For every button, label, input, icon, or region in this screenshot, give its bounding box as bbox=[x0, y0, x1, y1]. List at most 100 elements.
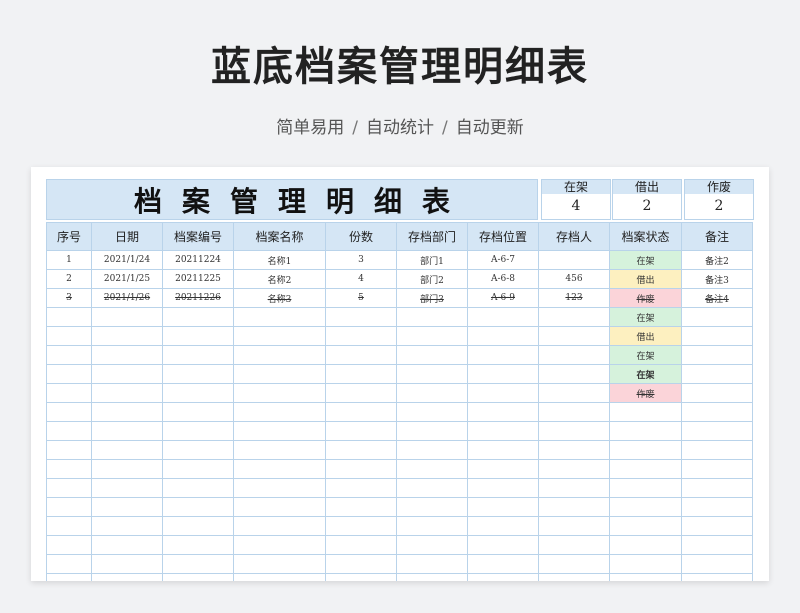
col-location-cell[interactable] bbox=[467, 554, 539, 574]
col-department-cell[interactable]: 部门3 bbox=[396, 288, 468, 308]
col-archive-no-cell[interactable] bbox=[162, 516, 234, 536]
col-department-cell[interactable] bbox=[396, 497, 468, 517]
col-index-cell[interactable] bbox=[46, 497, 92, 517]
col-location-cell[interactable] bbox=[467, 459, 539, 479]
col-archivist-cell[interactable] bbox=[538, 459, 610, 479]
table-row[interactable] bbox=[46, 573, 753, 581]
col-copies-cell[interactable] bbox=[325, 516, 397, 536]
col-archive-no-cell[interactable] bbox=[162, 421, 234, 441]
col-copies-cell[interactable] bbox=[325, 459, 397, 479]
table-row[interactable] bbox=[46, 402, 753, 422]
col-remark-cell[interactable]: 备注2 bbox=[681, 250, 753, 270]
col-index-cell[interactable] bbox=[46, 364, 92, 384]
table-row[interactable] bbox=[46, 440, 753, 460]
table-row[interactable]: 2 2021/1/25 20211225 名称2 4 部门2 A-6-8 456 借出 备注3 bbox=[46, 269, 753, 289]
col-archive-name-cell[interactable] bbox=[233, 573, 326, 581]
col-date-cell[interactable] bbox=[91, 364, 163, 384]
col-archive-no-cell[interactable] bbox=[162, 307, 234, 327]
col-archive-no-cell[interactable]: 20211226 bbox=[162, 288, 234, 308]
col-date-cell[interactable]: 2021/1/24 bbox=[91, 250, 163, 270]
col-location-header[interactable]: 存档位置 bbox=[467, 222, 539, 251]
col-index-cell[interactable] bbox=[46, 345, 92, 365]
table-row[interactable]: 1 2021/1/24 20211224 名称1 3 部门1 A-6-7 在架 备注2 bbox=[46, 250, 753, 270]
col-archive-no-cell[interactable] bbox=[162, 478, 234, 498]
col-archivist-cell[interactable]: 456 bbox=[538, 269, 610, 289]
table-row[interactable] bbox=[46, 497, 753, 517]
col-archive-name-header[interactable]: 档案名称 bbox=[233, 222, 326, 251]
col-date-cell[interactable] bbox=[91, 402, 163, 422]
col-status-cell[interactable] bbox=[609, 402, 682, 422]
col-index-cell[interactable] bbox=[46, 535, 92, 555]
col-archivist-cell[interactable] bbox=[538, 383, 610, 403]
table-row[interactable] bbox=[46, 459, 753, 479]
col-archive-no-cell[interactable]: 20211225 bbox=[162, 269, 234, 289]
col-date-cell[interactable] bbox=[91, 345, 163, 365]
col-location-cell[interactable] bbox=[467, 402, 539, 422]
col-archive-no-cell[interactable] bbox=[162, 440, 234, 460]
col-index-cell[interactable] bbox=[46, 554, 92, 574]
col-archivist-cell[interactable] bbox=[538, 573, 610, 581]
col-archivist-cell[interactable] bbox=[538, 364, 610, 384]
col-remark-cell[interactable] bbox=[681, 440, 753, 460]
col-status-cell[interactable] bbox=[609, 497, 682, 517]
col-status-cell[interactable] bbox=[609, 535, 682, 555]
col-index-cell[interactable] bbox=[46, 326, 92, 346]
col-date-cell[interactable] bbox=[91, 326, 163, 346]
col-copies-cell[interactable] bbox=[325, 402, 397, 422]
col-date-cell[interactable] bbox=[91, 535, 163, 555]
col-copies-cell[interactable]: 5 bbox=[325, 288, 397, 308]
col-index-cell[interactable] bbox=[46, 440, 92, 460]
col-archivist-cell[interactable] bbox=[538, 478, 610, 498]
col-archive-no-header[interactable]: 档案编号 bbox=[162, 222, 234, 251]
col-remark-cell[interactable] bbox=[681, 459, 753, 479]
stat-voided[interactable]: 作废 2 bbox=[684, 179, 754, 220]
table-row[interactable] bbox=[46, 516, 753, 536]
col-copies-cell[interactable] bbox=[325, 554, 397, 574]
col-copies-cell[interactable] bbox=[325, 573, 397, 581]
col-department-cell[interactable] bbox=[396, 459, 468, 479]
col-remark-cell[interactable] bbox=[681, 326, 753, 346]
col-remark-cell[interactable] bbox=[681, 307, 753, 327]
col-location-cell[interactable] bbox=[467, 383, 539, 403]
col-status-cell[interactable] bbox=[609, 478, 682, 498]
col-status-header[interactable]: 档案状态 bbox=[609, 222, 682, 251]
col-archive-name-cell[interactable] bbox=[233, 326, 326, 346]
col-copies-cell[interactable]: 3 bbox=[325, 250, 397, 270]
col-archive-no-cell[interactable] bbox=[162, 535, 234, 555]
col-status-cell[interactable] bbox=[609, 459, 682, 479]
table-row[interactable] bbox=[46, 478, 753, 498]
table-row[interactable]: 在架 bbox=[46, 364, 753, 384]
col-status-cell[interactable] bbox=[609, 440, 682, 460]
col-location-cell[interactable] bbox=[467, 516, 539, 536]
col-department-cell[interactable] bbox=[396, 478, 468, 498]
col-date-cell[interactable] bbox=[91, 554, 163, 574]
col-index-cell[interactable] bbox=[46, 307, 92, 327]
col-index-cell[interactable]: 1 bbox=[46, 250, 92, 270]
col-archive-name-cell[interactable]: 名称3 bbox=[233, 288, 326, 308]
col-index-cell[interactable] bbox=[46, 459, 92, 479]
col-date-cell[interactable] bbox=[91, 516, 163, 536]
col-archivist-cell[interactable] bbox=[538, 497, 610, 517]
col-archive-name-cell[interactable] bbox=[233, 516, 326, 536]
col-date-cell[interactable] bbox=[91, 573, 163, 581]
col-location-cell[interactable] bbox=[467, 478, 539, 498]
col-archivist-cell[interactable] bbox=[538, 307, 610, 327]
table-row[interactable]: 作废 bbox=[46, 383, 753, 403]
col-archive-name-cell[interactable] bbox=[233, 402, 326, 422]
table-row[interactable] bbox=[46, 554, 753, 574]
col-location-cell[interactable] bbox=[467, 307, 539, 327]
col-location-cell[interactable] bbox=[467, 326, 539, 346]
col-archivist-cell[interactable] bbox=[538, 326, 610, 346]
col-archive-no-cell[interactable] bbox=[162, 497, 234, 517]
col-archive-name-cell[interactable] bbox=[233, 345, 326, 365]
col-archivist-cell[interactable] bbox=[538, 516, 610, 536]
col-department-cell[interactable] bbox=[396, 345, 468, 365]
col-archivist-cell[interactable] bbox=[538, 250, 610, 270]
col-index-cell[interactable] bbox=[46, 402, 92, 422]
col-copies-cell[interactable] bbox=[325, 535, 397, 555]
col-archivist-cell[interactable] bbox=[538, 440, 610, 460]
col-remark-cell[interactable] bbox=[681, 421, 753, 441]
col-date-cell[interactable] bbox=[91, 459, 163, 479]
col-archive-name-cell[interactable] bbox=[233, 307, 326, 327]
col-location-cell[interactable] bbox=[467, 421, 539, 441]
